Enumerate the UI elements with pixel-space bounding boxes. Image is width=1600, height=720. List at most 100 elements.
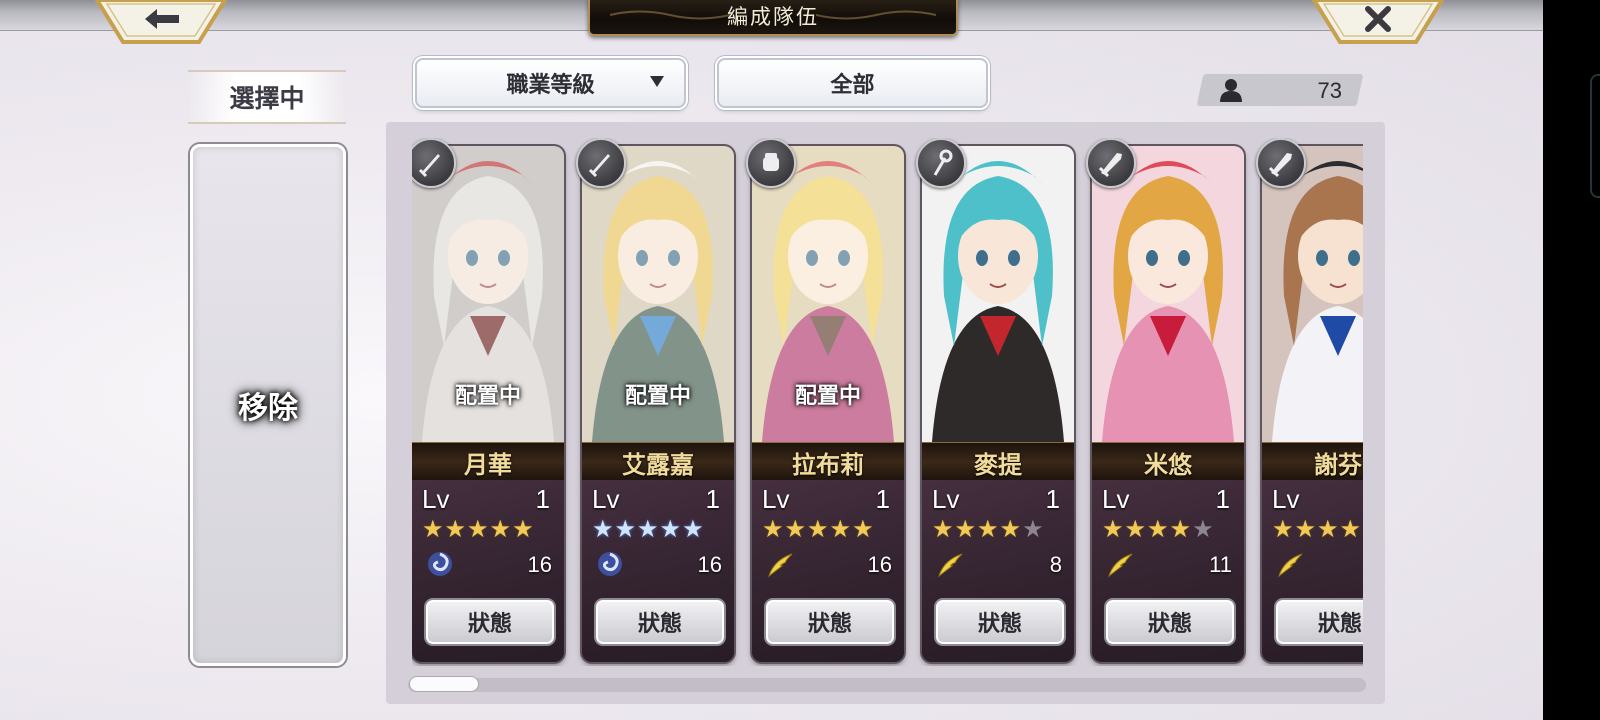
back-arrow-icon xyxy=(95,0,227,44)
placed-label: 配置中 xyxy=(454,383,521,409)
unit-list[interactable]: 配置中 月華 Lv 1 ★ ★ ★ ★ ★ 16 狀態 配置中 艾露嘉 Lv 1 ★ ★ ★ ★ ★ 16 狀態 配置中 拉布… xyxy=(412,138,1363,666)
wing-icon xyxy=(938,553,963,578)
rarity-star-icon: ★ xyxy=(682,515,704,543)
page-title: 編成隊伍 xyxy=(727,5,819,29)
game-screen: 編成隊伍 選擇中 移除 職業等級 全部 73 配置中 月華 Lv 1 ★ ★ ★ ★ ★ 16 狀態… xyxy=(0,0,1543,720)
unit-count-value: 73 xyxy=(1317,78,1342,103)
rarity-star-icon: ★ xyxy=(659,515,682,543)
class-badge xyxy=(916,138,966,188)
wind-swirl-icon xyxy=(598,552,622,576)
character-name: 艾露嘉 xyxy=(622,449,694,479)
rarity-star-icon: ★ xyxy=(1362,517,1363,541)
chevron-down-icon xyxy=(650,76,664,87)
person-icon xyxy=(1220,79,1242,102)
staff-icon xyxy=(933,149,953,176)
rarity-star-icon: ★ xyxy=(1192,515,1214,543)
character-name: 拉布莉 xyxy=(792,449,864,479)
status-button[interactable]: 狀態 xyxy=(594,598,726,646)
level-value: 1 xyxy=(535,484,550,514)
character-portrait xyxy=(1262,146,1363,442)
fist-icon xyxy=(763,153,779,171)
job-level-sort-label: 職業等級 xyxy=(506,72,595,98)
rarity-star-icon: ★ xyxy=(807,515,829,543)
horizontal-scrollbar[interactable] xyxy=(408,678,1366,692)
selected-slot[interactable]: 移除 xyxy=(190,144,346,666)
rarity-star-icon: ★ xyxy=(614,515,637,543)
character-name: 米悠 xyxy=(1144,449,1192,479)
status-button-label: 狀態 xyxy=(1147,611,1192,637)
placed-label: 配置中 xyxy=(624,383,691,409)
rarity-star-icon: ★ xyxy=(1022,515,1044,543)
cost-value: 8 xyxy=(1049,552,1062,577)
close-icon xyxy=(1312,0,1444,44)
rarity-stars: ★★★★★ xyxy=(1272,517,1363,541)
character-card[interactable]: 配置中 拉布莉 Lv 1 ★ ★ ★ ★ ★ 16 狀態 xyxy=(752,146,904,662)
class-badge xyxy=(576,138,626,188)
name-bar: 月華 xyxy=(412,442,564,482)
level-value: 1 xyxy=(875,484,890,514)
rarity-star-icon: ★ xyxy=(932,515,954,543)
rarity-stars: ★★★★★ xyxy=(932,517,1044,541)
wind-swirl-icon xyxy=(428,552,452,576)
all-filter-button[interactable]: 全部 xyxy=(717,58,988,108)
greatsword-icon xyxy=(1268,153,1292,178)
level-label: Lv xyxy=(592,484,620,514)
character-name: 謝芬 xyxy=(1314,449,1362,479)
character-name: 麥提 xyxy=(974,449,1022,479)
character-name: 月華 xyxy=(464,449,512,479)
class-badge xyxy=(746,138,796,188)
rarity-stars: ★★★★★ xyxy=(422,517,534,541)
character-card[interactable]: 麥提 Lv 1 ★ ★ ★ ★ ★ 8 狀態 xyxy=(922,146,1074,662)
character-card[interactable]: 謝芬Lv1★★★★★狀態 xyxy=(1262,146,1363,662)
character-portrait xyxy=(1092,146,1244,442)
level-label: Lv xyxy=(422,484,450,514)
title-plate: 編成隊伍 xyxy=(588,0,958,36)
wing-icon xyxy=(768,553,793,578)
status-button[interactable]: 狀態 xyxy=(764,598,896,646)
sword-icon xyxy=(418,154,440,178)
rarity-star-icon: ★ xyxy=(762,515,784,543)
rarity-star-icon: ★ xyxy=(999,515,1022,543)
wing-icon xyxy=(1108,553,1133,578)
status-button-label: 狀態 xyxy=(977,611,1022,637)
name-bar: 拉布莉 xyxy=(752,442,904,482)
rarity-stars: ★★★★★ xyxy=(762,517,874,541)
back-button[interactable] xyxy=(95,0,227,44)
placed-label: 配置中 xyxy=(794,383,861,409)
character-card[interactable]: 配置中月華 Lv 1 ★ ★ ★ ★ ★ 16 狀態 xyxy=(412,146,564,662)
status-button-label: 狀態 xyxy=(467,611,512,637)
rarity-star-icon: ★ xyxy=(1102,515,1124,543)
rarity-star-icon: ★ xyxy=(784,515,807,543)
rarity-star-icon: ★ xyxy=(592,515,614,543)
close-button[interactable] xyxy=(1312,0,1444,44)
status-button[interactable]: 狀態 xyxy=(1274,598,1363,646)
status-button-label: 狀態 xyxy=(637,611,682,637)
greatsword-icon xyxy=(1098,153,1122,178)
rarity-star-icon: ★ xyxy=(977,515,999,543)
level-label: Lv xyxy=(762,484,790,514)
cost-value: 11 xyxy=(1209,552,1232,577)
level-value: 1 xyxy=(705,484,720,514)
status-button[interactable]: 狀態 xyxy=(934,598,1066,646)
job-level-sort-select[interactable]: 職業等級 xyxy=(415,58,686,108)
status-button-label: 狀態 xyxy=(1317,611,1362,637)
cost-value: 16 xyxy=(527,552,552,577)
status-button[interactable]: 狀態 xyxy=(424,598,556,646)
rarity-star-icon: ★ xyxy=(1317,515,1339,543)
class-badge xyxy=(1256,138,1306,188)
rarity-star-icon: ★ xyxy=(467,515,489,543)
rarity-star-icon: ★ xyxy=(1147,515,1169,543)
rarity-star-icon: ★ xyxy=(1294,515,1317,543)
rarity-star-icon: ★ xyxy=(444,515,467,543)
name-bar: 麥提 xyxy=(922,442,1074,482)
ornament-icon xyxy=(610,10,730,20)
character-card[interactable]: 配置中 艾露嘉 Lv 1 ★ ★ ★ ★ ★ 16 狀態 xyxy=(582,146,734,662)
status-button[interactable]: 狀態 xyxy=(1104,598,1236,646)
remove-button-label: 移除 xyxy=(238,391,298,426)
class-badge xyxy=(1086,138,1136,188)
rarity-star-icon: ★ xyxy=(829,515,852,543)
scrollbar-thumb[interactable] xyxy=(410,677,478,691)
level-value: 1 xyxy=(1215,484,1230,514)
status-button-label: 狀態 xyxy=(807,611,852,637)
character-card[interactable]: 米悠 Lv 1 ★ ★ ★ ★ ★ 11 狀態 xyxy=(1092,146,1244,662)
